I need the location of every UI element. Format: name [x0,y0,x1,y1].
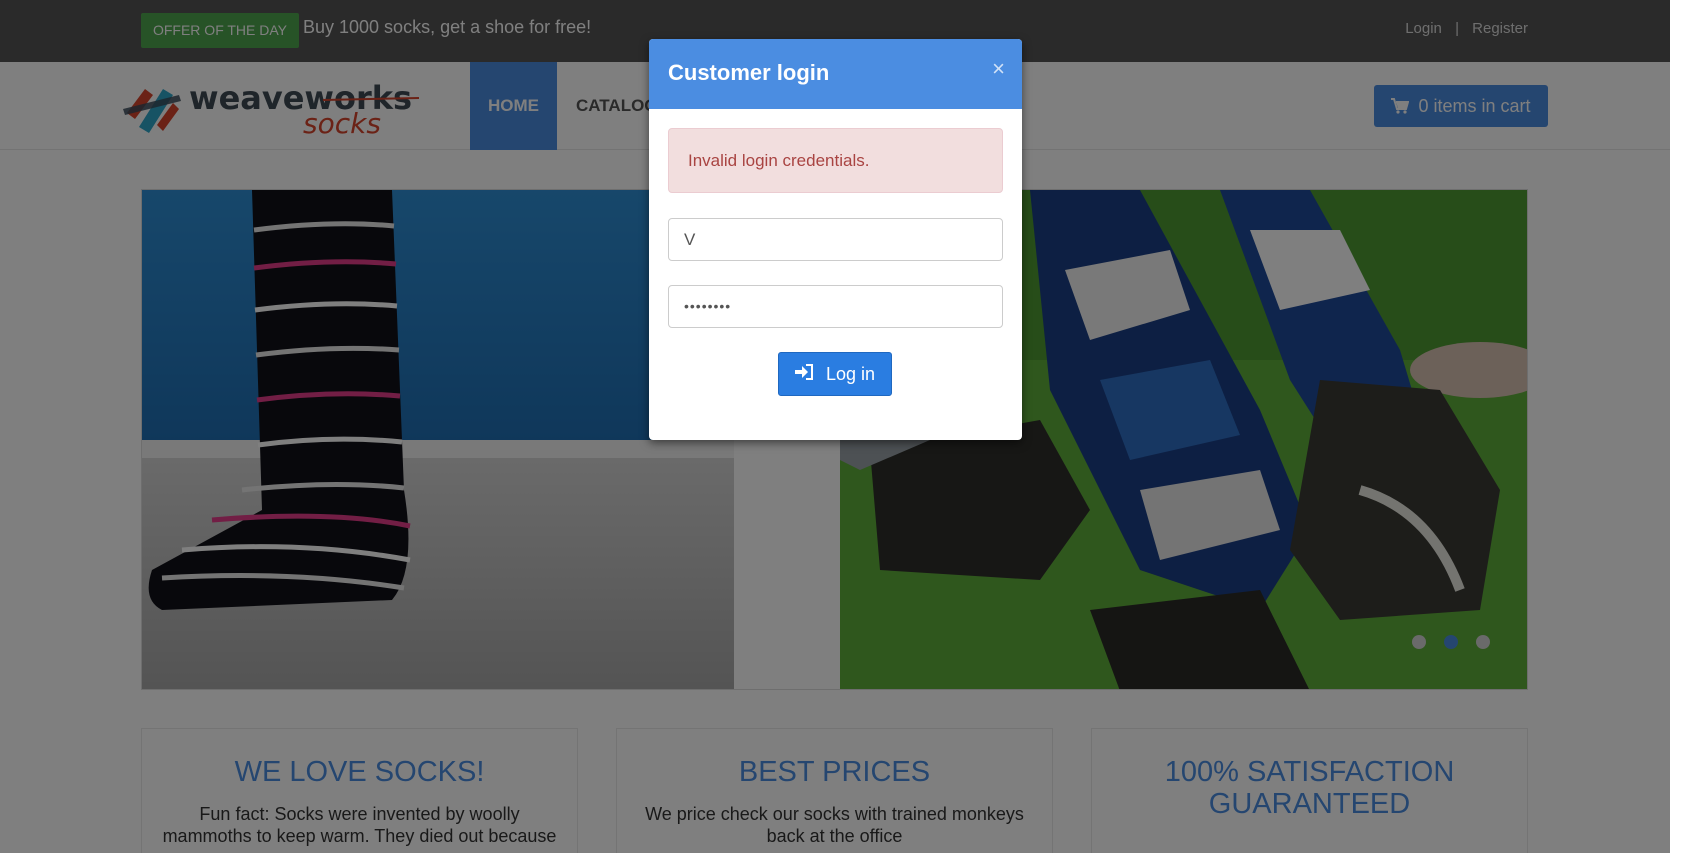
modal-header: Customer login × [649,39,1022,109]
login-button[interactable]: Log in [778,352,892,396]
password-field[interactable]: •••••••• [668,285,1003,328]
login-modal: Customer login × Invalid login credentia… [649,39,1022,440]
error-alert: Invalid login credentials. [668,128,1003,193]
page-scrollbar[interactable] [1670,0,1690,853]
username-field[interactable]: V [668,218,1003,261]
login-button-label: Log in [825,364,876,384]
sign-in-icon [794,353,813,395]
modal-title: Customer login [668,60,830,85]
close-icon[interactable]: × [992,56,1005,82]
